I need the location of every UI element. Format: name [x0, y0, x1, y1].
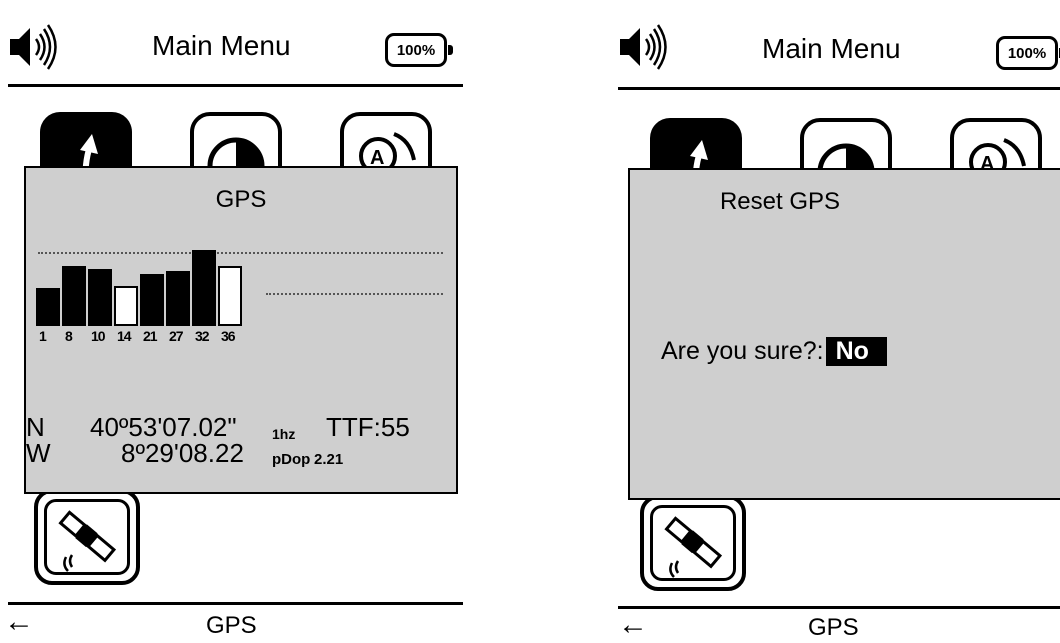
satellite-prn-label: 36	[221, 328, 236, 344]
satellite-bar	[166, 271, 190, 326]
tile-gps[interactable]	[640, 495, 746, 591]
speaker-icon[interactable]	[618, 22, 670, 72]
satellite-bar	[140, 274, 164, 326]
confirm-question: Are you sure?:	[661, 337, 824, 365]
battery-indicator: 100%	[996, 36, 1060, 70]
satellite-icon	[58, 510, 117, 572]
satellite-prn-label: 14	[117, 328, 132, 344]
battery-indicator: 100%	[385, 33, 453, 67]
longitude-dir: W	[26, 438, 51, 468]
signal-grid-line-mid	[266, 293, 443, 295]
time-to-fix: TTF:55	[326, 412, 410, 442]
satellite-bar	[192, 250, 216, 326]
footer-title: GPS	[206, 612, 257, 639]
footer-divider	[618, 606, 1060, 609]
reset-dialog-title: Reset GPS	[719, 188, 841, 215]
header-divider	[8, 84, 463, 87]
pdop-value: 2.21	[314, 451, 344, 468]
satellite-prn-label: 10	[91, 328, 106, 344]
longitude-value: 8º29'08.22	[121, 438, 244, 468]
signal-grid-line-top	[38, 252, 443, 254]
satellite-bar	[88, 269, 112, 326]
back-arrow-icon[interactable]: ←	[4, 607, 34, 637]
gps-screen: Main Menu 100% A GPS 1 8 10 14 21 27 32 …	[0, 0, 470, 643]
tile-gps[interactable]	[34, 489, 140, 585]
speaker-icon[interactable]	[8, 22, 60, 72]
satellite-prn-label: 32	[195, 328, 210, 344]
satellite-bar	[218, 266, 242, 326]
footer-title: GPS	[808, 614, 859, 641]
gps-dialog: GPS 1 8 10 14 21 27 32 36 N 40º53'07.02" 1hz TT…	[24, 166, 458, 494]
satellite-prn-label: 21	[143, 328, 158, 344]
satellite-bar	[114, 286, 138, 326]
confirm-prompt: Are you sure?: No	[661, 337, 887, 366]
footer-divider	[8, 602, 463, 605]
back-arrow-icon[interactable]: ←	[618, 610, 648, 640]
satellite-prn-label: 1	[39, 328, 47, 344]
gps-dialog-title: GPS	[215, 186, 267, 213]
header-divider	[618, 87, 1060, 90]
header-title: Main Menu	[762, 33, 901, 64]
satellite-bar	[62, 266, 86, 326]
satellite-icon	[664, 516, 723, 578]
pdop-label: pDop	[272, 451, 311, 468]
reset-gps-screen: Main Menu 100% A Reset GPS Are you sure?…	[604, 0, 1060, 643]
no-option-button[interactable]: No	[825, 337, 887, 366]
satellite-bar	[36, 288, 60, 326]
reset-gps-dialog: Reset GPS	[628, 168, 1060, 500]
update-rate: 1hz	[272, 426, 296, 442]
header-title: Main Menu	[152, 30, 291, 61]
satellite-prn-label: 27	[169, 328, 184, 344]
satellite-prn-label: 8	[65, 328, 73, 344]
